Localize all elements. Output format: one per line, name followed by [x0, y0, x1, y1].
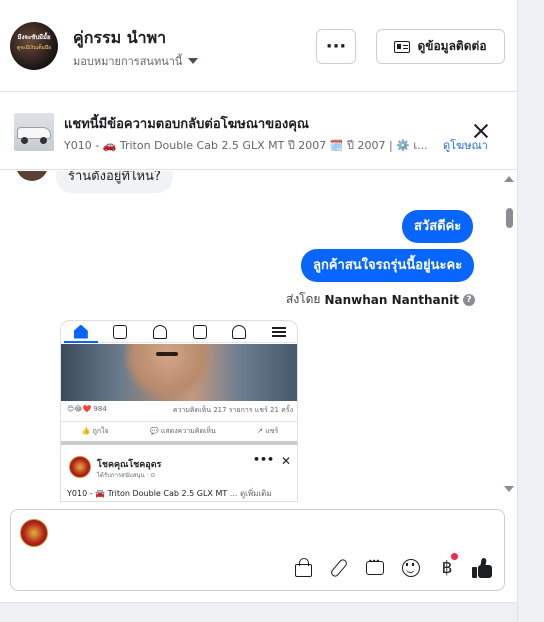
- view-contact-button[interactable]: ดูข้อมูลติดต่อ: [376, 29, 505, 64]
- chat-bubble-icon[interactable]: [363, 556, 387, 580]
- bell-icon: [232, 324, 247, 339]
- notification-dot: [451, 553, 458, 560]
- page-name[interactable]: คู่กรรม นำพา: [73, 26, 166, 51]
- outgoing-message[interactable]: ลูกค้าสนใจรถรุ่นนี้อยู่นะคะ: [301, 249, 475, 282]
- post-text: Y010 - 🚘 Triton Double Cab 2.5 GLX MT ..…: [67, 487, 297, 500]
- post-see-more: ... ดูเพิ่มเติม: [229, 489, 272, 498]
- baht-icon[interactable]: ฿: [435, 553, 459, 580]
- smile-icon[interactable]: [399, 556, 423, 580]
- avatar-text: มีงจะขับมีมั้ย: [17, 34, 51, 41]
- ad-thumbnail: [14, 113, 54, 151]
- post-close-icon: ✕: [281, 454, 292, 468]
- assign-label: มอบหมายการสนทนานี้: [73, 55, 183, 68]
- like-action: 👍 ถูกใจ: [81, 427, 109, 435]
- post-text-body: Y010 - 🚘 Triton Double Cab 2.5 GLX MT: [67, 489, 228, 498]
- ad-banner-description: Y010 - 🚗 Triton Double Cab 2.5 GLX MT ปี…: [64, 139, 428, 152]
- composer-toolbar: ฿: [291, 553, 495, 581]
- assign-conversation-dropdown[interactable]: มอบหมายการสนทนานี้: [73, 52, 199, 70]
- post-page-name: โชคคุณโชคอุดร: [97, 460, 162, 470]
- scroll-up-arrow[interactable]: [504, 176, 514, 182]
- more-options-button[interactable]: ···: [316, 29, 356, 64]
- paperclip-icon[interactable]: [327, 556, 351, 580]
- post-actions: 👍 ถูกใจ 💬 แสดงความคิดเห็น ↗ แชร์: [61, 421, 297, 445]
- chevron-down-icon: [188, 58, 199, 64]
- incoming-message: ร้านตั้งอยู่ที่ไหน?: [56, 171, 173, 193]
- sent-by-label: ส่งโดย: [286, 292, 321, 306]
- ad-banner-title: แชทนี้มีข้อความตอบกลับต่อโฆษณาของคุณ: [64, 117, 309, 132]
- post-stats: 😊😂❤️ 984 ความคิดเห็น 217 รายการ แชร์ 21 …: [67, 405, 293, 416]
- screenshot-nav-bar: [61, 321, 297, 343]
- help-icon[interactable]: ?: [463, 293, 476, 306]
- comment-action: 💬 แสดงความคิดเห็น: [149, 427, 216, 435]
- home-icon: [73, 324, 88, 339]
- post-avatar: [69, 456, 91, 478]
- sent-by-line: ส่งโดย Nanwhan Nanthanit ?: [286, 290, 476, 309]
- message-thread: ร้านตั้งอยู่ที่ไหน? สวัสดีค่ะ ลูกค้าสนใจ…: [0, 171, 517, 502]
- post-photo: [61, 344, 297, 401]
- friends-icon: [153, 324, 168, 339]
- share-action: ↗ แชร์: [257, 427, 279, 435]
- composer-avatar: [20, 519, 48, 547]
- close-icon[interactable]: [472, 122, 490, 140]
- id-card-icon: [394, 40, 411, 53]
- comment-share-count: ความคิดเห็น 217 รายการ แชร์ 21 ครั้ง: [172, 406, 293, 414]
- active-tab-indicator: [64, 341, 98, 343]
- menu-icon: [272, 326, 287, 337]
- reaction-count: 😊😂❤️ 984: [67, 405, 107, 413]
- outgoing-message[interactable]: สวัสดีค่ะ: [402, 210, 474, 243]
- avatar-subtext: ตูจะมีเงินเต็มมือ: [16, 45, 52, 51]
- scroll-down-arrow[interactable]: [504, 486, 514, 492]
- message-input[interactable]: [59, 520, 489, 546]
- scrollbar-thumb[interactable]: [506, 208, 513, 228]
- view-contact-label: ดูข้อมูลติดต่อ: [417, 39, 487, 53]
- page-avatar[interactable]: มีงจะขับมีมั้ย ตูจะมีเงินเต็มมือ: [10, 22, 58, 70]
- chat-panel: มีงจะขับมีมั้ย ตูจะมีเงินเต็มมือ คู่กรรม…: [0, 0, 517, 602]
- sender-avatar: [16, 171, 48, 181]
- side-gutter: [517, 0, 544, 622]
- post-more-icon: •••: [253, 453, 275, 466]
- video-icon: [113, 324, 128, 339]
- bag-icon[interactable]: [291, 556, 315, 580]
- conversation-header: มีงจะขับมีมั้ย ตูจะมีเงินเต็มมือ คู่กรรม…: [0, 0, 517, 92]
- post-sponsored-label: ได้รับการสนับสนุน · ⊙: [97, 472, 156, 479]
- message-composer: ฿: [10, 509, 505, 591]
- screenshot-attachment[interactable]: 😊😂❤️ 984 ความคิดเห็น 217 รายการ แชร์ 21 …: [60, 320, 298, 502]
- marketplace-icon: [192, 324, 207, 339]
- sender-name: Nanwhan Nanthanit: [324, 292, 460, 307]
- bottom-gutter: [0, 602, 517, 622]
- ad-reply-banner: แชทนี้มีข้อความตอบกลับต่อโฆษณาของคุณ Y01…: [0, 93, 517, 170]
- thumbs-up-icon[interactable]: [471, 556, 495, 580]
